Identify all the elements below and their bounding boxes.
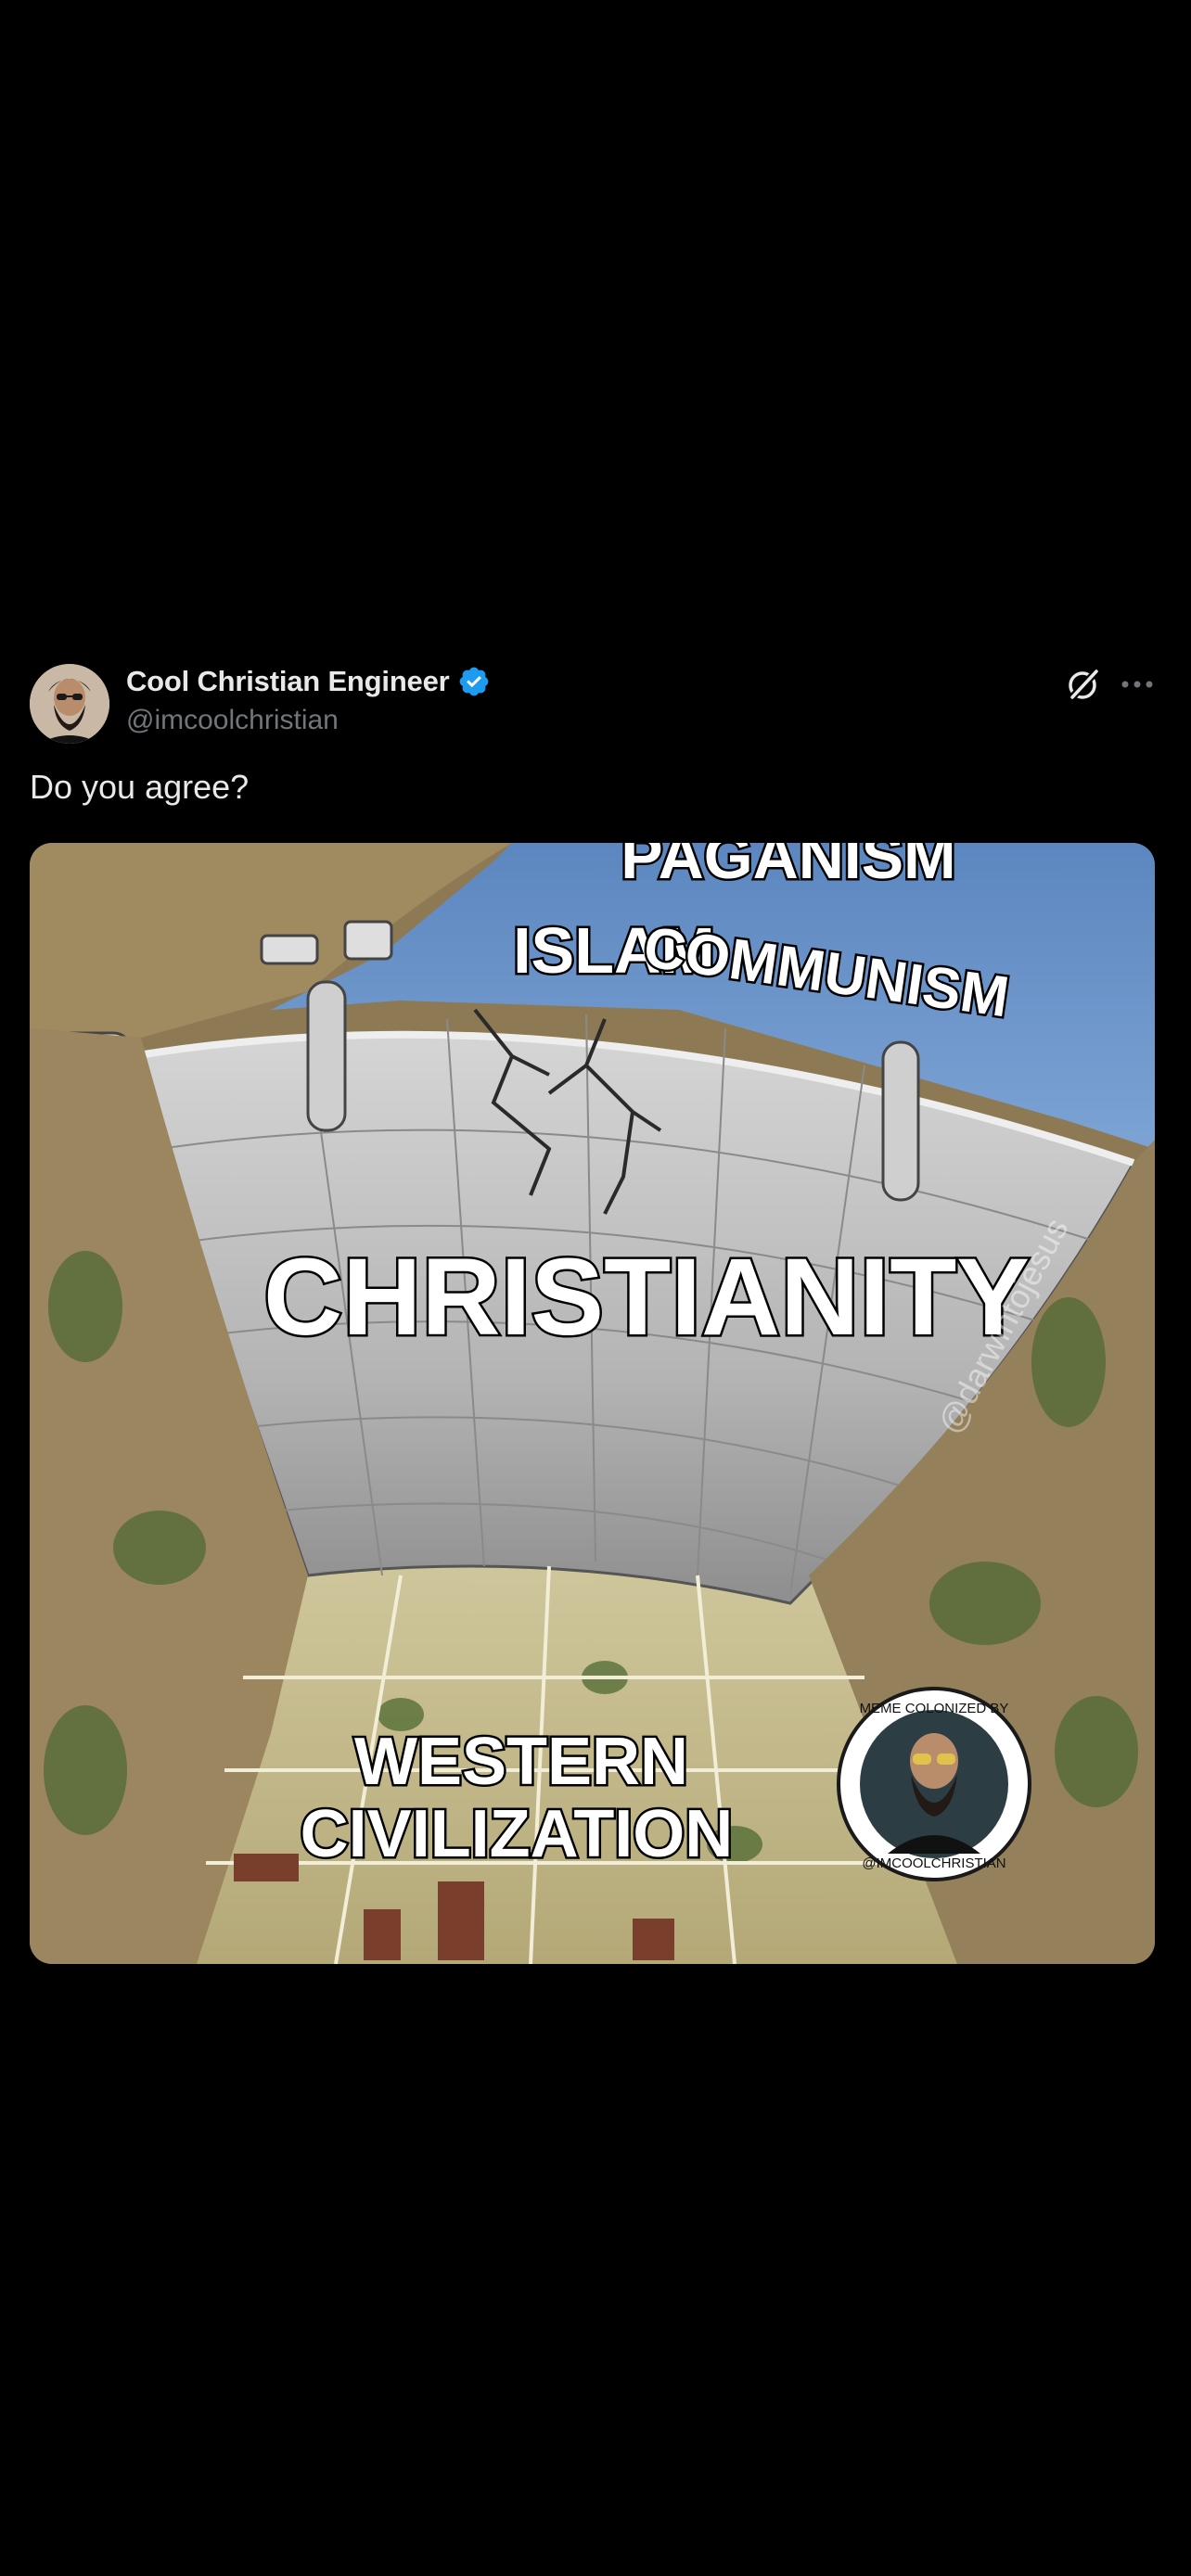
author-name[interactable]: Cool Christian Engineer (126, 665, 450, 698)
author-name-row: Cool Christian Engineer (126, 662, 491, 701)
verified-badge-icon (459, 667, 488, 696)
grok-icon (1068, 669, 1099, 702)
stamp-text-top: MEME COLONIZED BY (860, 1701, 1009, 1716)
tweet-header: Cool Christian Engineer @imcoolchristian (0, 649, 1191, 744)
author-handle[interactable]: @imcoolchristian (126, 705, 491, 736)
more-options-icon (1121, 681, 1153, 688)
meme-stamp: MEME COLONIZED BY @IMCOOLCHRISTIAN (837, 1687, 1031, 1881)
grok-button[interactable] (1063, 664, 1104, 705)
more-options-button[interactable] (1119, 664, 1156, 705)
label-paganism: PAGANISM (621, 843, 955, 892)
author-block: Cool Christian Engineer @imcoolchristian (126, 662, 491, 736)
tweet-media-image[interactable]: PAGANISM ISLAM COMMUNISM CHRISTIANITY WE… (30, 843, 1155, 1964)
bearded-man-avatar-icon (30, 664, 109, 744)
label-civilization: CIVILIZATION (301, 1797, 734, 1871)
tweet-text: Do you agree? (30, 768, 250, 806)
tweet: Cool Christian Engineer @imcoolchristian (0, 649, 1191, 1964)
label-christianity: CHRISTIANITY (263, 1236, 1030, 1358)
label-western: WESTERN (354, 1725, 688, 1799)
stamp-text-bottom: @IMCOOLCHRISTIAN (862, 1855, 1005, 1871)
dam-meme-illustration: PAGANISM ISLAM COMMUNISM CHRISTIANITY WE… (30, 843, 1155, 1964)
avatar[interactable] (30, 664, 109, 744)
